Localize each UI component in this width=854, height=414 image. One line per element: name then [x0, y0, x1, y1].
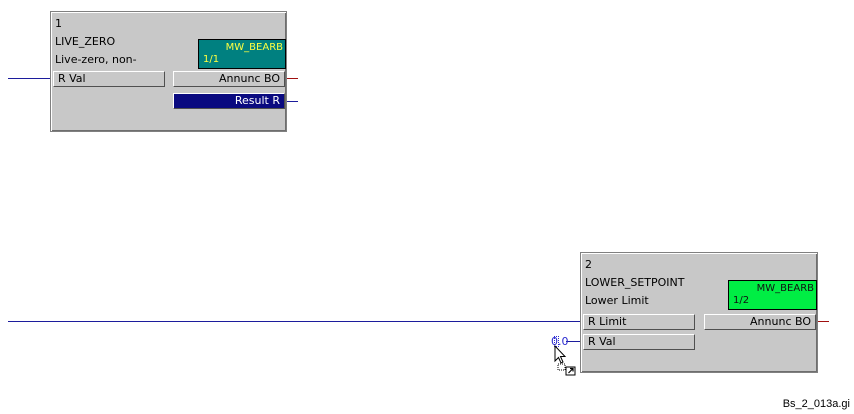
block-description: Lower Limit [585, 294, 649, 307]
block-number: 1 [55, 17, 62, 30]
output-port-annunc[interactable]: Annunc BO [704, 314, 816, 330]
figure-label: Bs_2_013a.gi [782, 398, 850, 410]
input-port-limit[interactable]: R Limit [583, 314, 695, 330]
input-wire-block1-val[interactable] [8, 78, 53, 79]
output-port-result[interactable]: Result R [173, 93, 285, 109]
function-block-1[interactable]: 1 LIVE_ZERO Live-zero, non- MW_BEARB 1/1… [50, 11, 287, 132]
block-reference-badge[interactable]: MW_BEARB 1/1 [198, 39, 286, 69]
reference-name: MW_BEARB [756, 283, 814, 294]
function-block-2[interactable]: 2 LOWER_SETPOINT Lower Limit MW_BEARB 1/… [580, 252, 818, 373]
block-reference-badge[interactable]: MW_BEARB 1/2 [728, 280, 817, 310]
reference-name: MW_BEARB [225, 42, 283, 53]
block-name: LIVE_ZERO [55, 35, 116, 48]
output-wire-block2-annunc[interactable] [817, 321, 829, 322]
block-name: LOWER_SETPOINT [585, 276, 685, 289]
reference-position: 1/2 [733, 295, 750, 306]
input-port-label: R Limit [588, 315, 627, 328]
input-wire-block2-limit[interactable] [8, 321, 582, 322]
block-description: Live-zero, non- [55, 53, 137, 66]
block-number: 2 [585, 258, 592, 271]
output-port-label: Annunc BO [219, 72, 280, 85]
input-port-label: R Val [58, 72, 86, 85]
output-port-label: Result R [234, 94, 280, 107]
output-port-annunc[interactable]: Annunc BO [173, 71, 285, 87]
input-port-val[interactable]: R Val [53, 71, 165, 87]
link-cursor-icon [554, 345, 576, 376]
reference-position: 1/1 [203, 54, 220, 65]
input-port-label: R Val [588, 335, 616, 348]
output-port-label: Annunc BO [750, 315, 811, 328]
input-port-val[interactable]: R Val [583, 334, 695, 350]
